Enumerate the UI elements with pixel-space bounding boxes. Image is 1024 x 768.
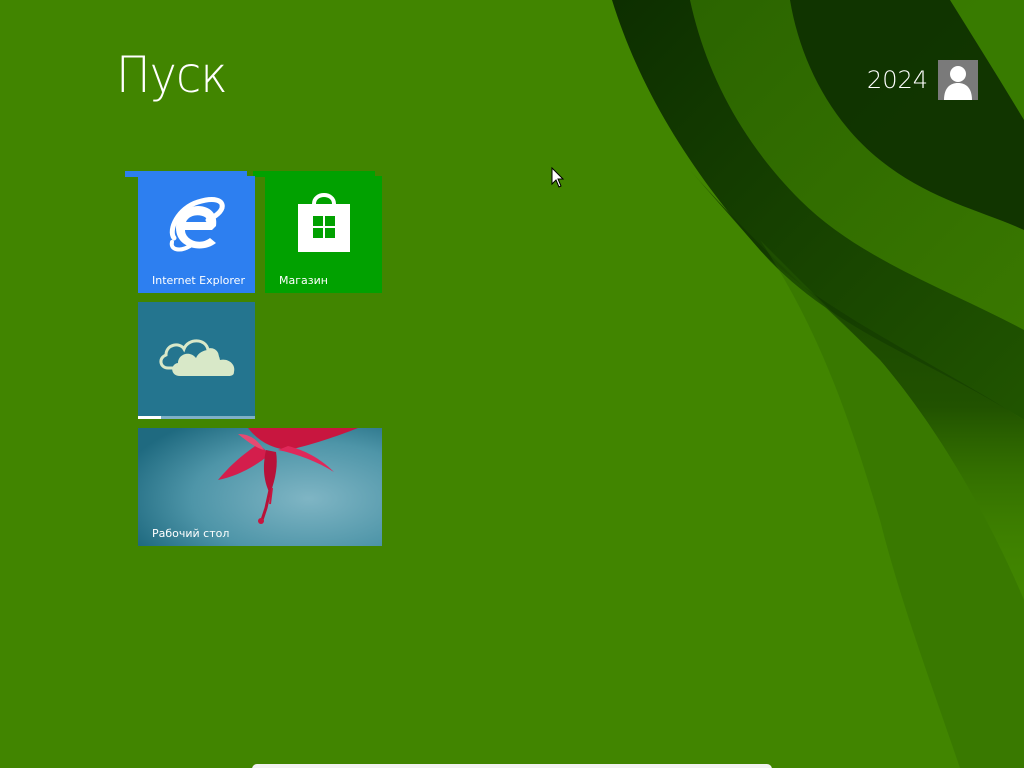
sync-progress-fill xyxy=(138,416,162,419)
internet-explorer-icon xyxy=(169,197,225,252)
tile-internet-explorer[interactable]: Internet Explorer xyxy=(138,176,255,293)
bottom-edge-bar[interactable] xyxy=(252,764,772,768)
sync-progress-bar xyxy=(138,416,255,419)
mouse-cursor-icon xyxy=(551,167,565,188)
tile-onedrive[interactable] xyxy=(138,302,255,419)
tile-label: Internet Explorer xyxy=(152,274,245,287)
tile-store[interactable]: Магазин xyxy=(265,176,382,293)
cloud-icon xyxy=(159,339,235,376)
tile-label: Магазин xyxy=(279,274,328,287)
store-bag-icon xyxy=(298,193,350,252)
start-title: Пуск xyxy=(116,46,228,104)
tile-label: Рабочий стол xyxy=(152,527,230,540)
tile-desktop[interactable]: Рабочий стол xyxy=(138,428,382,546)
user-name[interactable]: 2024 xyxy=(867,66,928,94)
start-screen: Пуск 2024 Internet Explorer Магазин Рабо… xyxy=(0,0,1024,768)
user-account[interactable]: 2024 xyxy=(867,60,978,100)
user-silhouette-icon[interactable] xyxy=(938,60,978,100)
